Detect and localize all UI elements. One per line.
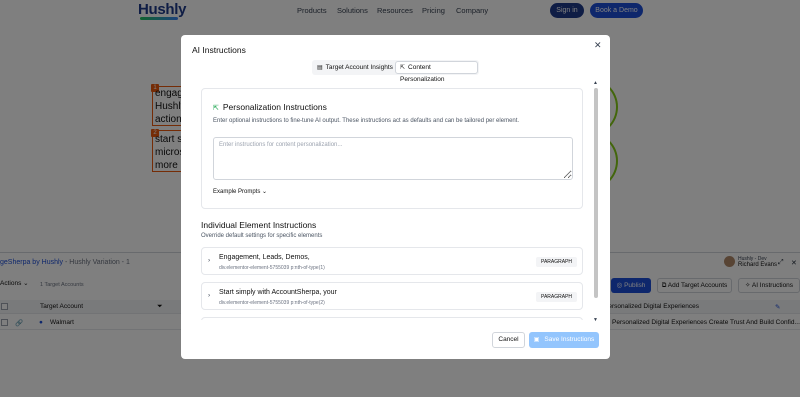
instructions-textarea[interactable] [213, 137, 573, 180]
save-icon: ▣ [533, 337, 540, 343]
individual-elements-subtitle: Override default settings for specific e… [201, 233, 323, 239]
personalization-description: Enter optional instructions to fine-tune… [213, 118, 520, 124]
example-prompts-toggle[interactable]: Example Prompts ⌄ [213, 188, 267, 195]
save-label: Save Instructions [544, 336, 595, 343]
scrollbar[interactable]: ▲ ▼ [593, 80, 598, 323]
personalization-instructions-card: ⇱ Personalization Instructions Enter opti… [201, 88, 583, 209]
scroll-thumb[interactable] [594, 88, 598, 298]
ai-instructions-modal: AI Instructions ✕ ▤ Target Account Insigh… [181, 35, 610, 359]
element-row[interactable]: › Engagement, Leads, Demos, div.elemento… [201, 247, 583, 275]
individual-elements-title: Individual Element Instructions [201, 220, 317, 230]
tab-label: Target Account Insights [325, 64, 393, 71]
save-instructions-button[interactable]: ▣ Save Instructions [529, 332, 599, 348]
element-type-badge: PARAGRAPH [536, 292, 577, 302]
element-name: Start simply with AccountSherpa, your [219, 289, 337, 296]
personalization-title: ⇱ Personalization Instructions [213, 102, 327, 112]
scroll-up-arrow[interactable]: ▲ [593, 80, 598, 86]
cursor-sparkle-icon: ⇱ [400, 65, 406, 71]
element-selector: div.elementor-element-5755039 p:nth-of-t… [219, 265, 325, 271]
element-selector: div.elementor-element-5755039 p:nth-of-t… [219, 300, 325, 306]
element-row[interactable] [201, 317, 583, 320]
document-icon: ▤ [317, 65, 323, 71]
tab-target-account-insights[interactable]: ▤ Target Account Insights [313, 61, 395, 74]
personalization-title-text: Personalization Instructions [222, 102, 327, 112]
cursor-sparkle-icon: ⇱ [213, 105, 219, 112]
element-type-badge: PARAGRAPH [536, 257, 577, 267]
cancel-button[interactable]: Cancel [492, 332, 525, 348]
chevron-right-icon: › [208, 257, 211, 264]
tab-group: ▤ Target Account Insights ⇱ Content Person… [312, 60, 479, 83]
element-name: Engagement, Leads, Demos, [219, 254, 310, 261]
chevron-down-icon: ⌄ [262, 189, 268, 195]
close-icon[interactable]: ✕ [594, 40, 602, 51]
element-row[interactable]: › Start simply with AccountSherpa, your … [201, 282, 583, 310]
modal-scroll-area[interactable]: ⇱ Personalization Instructions Enter opti… [201, 80, 593, 320]
example-prompts-label: Example Prompts [213, 189, 261, 195]
chevron-right-icon: › [208, 292, 211, 299]
modal-footer: Cancel ▣ Save Instructions [181, 323, 610, 359]
tab-content-personalization[interactable]: ⇱ Content Personalization [395, 61, 478, 83]
modal-title: AI Instructions [192, 45, 246, 55]
